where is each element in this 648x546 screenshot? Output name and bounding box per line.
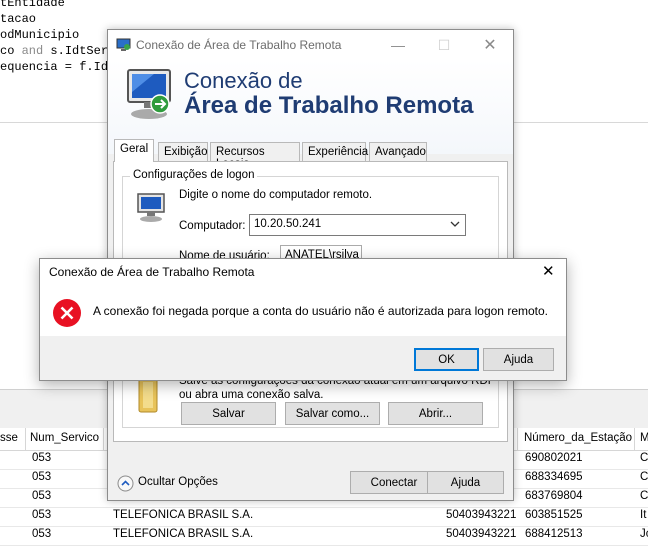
column-header[interactable]: sse [0, 432, 18, 444]
ok-button[interactable]: OK [414, 348, 479, 371]
help-button[interactable]: Ajuda [483, 348, 554, 371]
table-cell: 053 [32, 471, 52, 483]
table-row[interactable]: 053 TELEFONICA BRASIL S.A. 50403943221 6… [0, 507, 648, 527]
tab-geral[interactable]: Geral [114, 139, 154, 162]
close-icon: ✕ [483, 37, 497, 54]
dialog-titlebar[interactable]: Conexão de Área de Trabalho Remota ✕ [40, 259, 566, 285]
column-header[interactable]: Número_da_Estação [524, 432, 632, 444]
code-line: odMunicipio [0, 28, 80, 42]
table-cell: 688412513 [525, 528, 583, 540]
tab-experiencia[interactable]: Experiência [302, 142, 368, 161]
folder-icon [135, 376, 163, 419]
maximize-icon: ☐ [437, 36, 451, 53]
hide-options-link[interactable]: Ocultar Opções [138, 476, 218, 488]
column-separator[interactable] [25, 428, 26, 450]
rdp-app-icon [116, 37, 132, 56]
code-line: co and s.IdtServ [0, 44, 116, 58]
table-cell: Jc [640, 528, 648, 540]
code-line: tEntidade [0, 0, 65, 10]
column-separator[interactable] [634, 428, 635, 450]
computer-value: 10.20.50.241 [254, 218, 322, 230]
maximize-button: ☐ [421, 30, 467, 60]
code-line: tacao [0, 12, 37, 26]
tab-recursos-locais[interactable]: Recursos Locais [210, 142, 300, 170]
error-message: A conexão foi negada porque a conta do u… [93, 304, 548, 318]
table-cell: 053 [32, 528, 52, 540]
table-cell: 690802021 [525, 452, 583, 464]
table-cell: TELEFONICA BRASIL S.A. [113, 528, 254, 540]
save-as-button[interactable]: Salvar como... [285, 402, 380, 425]
connect-button[interactable]: Conectar [350, 471, 438, 494]
table-cell: 50403943221 [446, 528, 517, 540]
window-title: Conexão de Área de Trabalho Remota [136, 38, 342, 52]
table-cell: 053 [32, 452, 52, 464]
banner-title-line2: Área de Trabalho Remota [184, 92, 474, 119]
table-cell: It [640, 509, 647, 521]
tab-avancado[interactable]: Avançado [369, 142, 427, 161]
column-separator[interactable] [517, 428, 518, 450]
dialog-body: A conexão foi negada porque a conta do u… [40, 285, 566, 336]
column-separator[interactable] [103, 428, 104, 450]
table-cell: 683769804 [525, 490, 583, 502]
column-header[interactable]: Num_Servico [30, 432, 99, 444]
error-icon [52, 298, 82, 331]
code-line: equencia = f.Idt [0, 60, 116, 74]
monitor-icon [124, 64, 178, 131]
column-header[interactable]: M [640, 432, 648, 444]
minimize-icon: — [391, 37, 405, 53]
tab-exibicao[interactable]: Exibição [158, 142, 208, 161]
chevron-up-icon[interactable] [117, 475, 134, 495]
table-cell: 50403943221 [446, 509, 517, 521]
table-cell: C [640, 490, 648, 502]
open-button[interactable]: Abrir... [388, 402, 483, 425]
save-hint-line2: ou abra uma conexão salva. [179, 389, 324, 401]
group-title: Configurações de logon [130, 169, 258, 181]
table-cell: 688334695 [525, 471, 583, 483]
table-cell: C [640, 452, 648, 464]
rdp-titlebar[interactable]: Conexão de Área de Trabalho Remota — ☐ ✕ [108, 30, 513, 60]
chevron-down-icon[interactable] [449, 218, 461, 233]
table-cell: 603851525 [525, 509, 583, 521]
close-icon[interactable]: ✕ [542, 262, 555, 280]
error-dialog: Conexão de Área de Trabalho Remota ✕ A c… [39, 258, 567, 381]
minimize-button[interactable]: — [375, 30, 421, 60]
help-button[interactable]: Ajuda [427, 471, 504, 494]
banner-title-line1: Conexão de [184, 68, 303, 93]
table-cell: 053 [32, 490, 52, 502]
close-button[interactable]: ✕ [467, 30, 513, 60]
table-cell: TELEFONICA BRASIL S.A. [113, 509, 254, 521]
table-cell: C [640, 471, 648, 483]
logon-hint: Digite o nome do computador remoto. [179, 189, 373, 201]
computer-label: Computador: [179, 220, 246, 232]
table-row[interactable]: 053 TELEFONICA BRASIL S.A. 50403943221 6… [0, 526, 648, 546]
table-cell: 053 [32, 509, 52, 521]
computer-combobox[interactable]: 10.20.50.241 [249, 214, 466, 236]
dialog-title: Conexão de Área de Trabalho Remota [49, 265, 255, 279]
save-button[interactable]: Salvar [181, 402, 276, 425]
rdp-banner: Conexão de Área de Trabalho Remota [108, 60, 513, 154]
computer-icon [135, 191, 169, 226]
